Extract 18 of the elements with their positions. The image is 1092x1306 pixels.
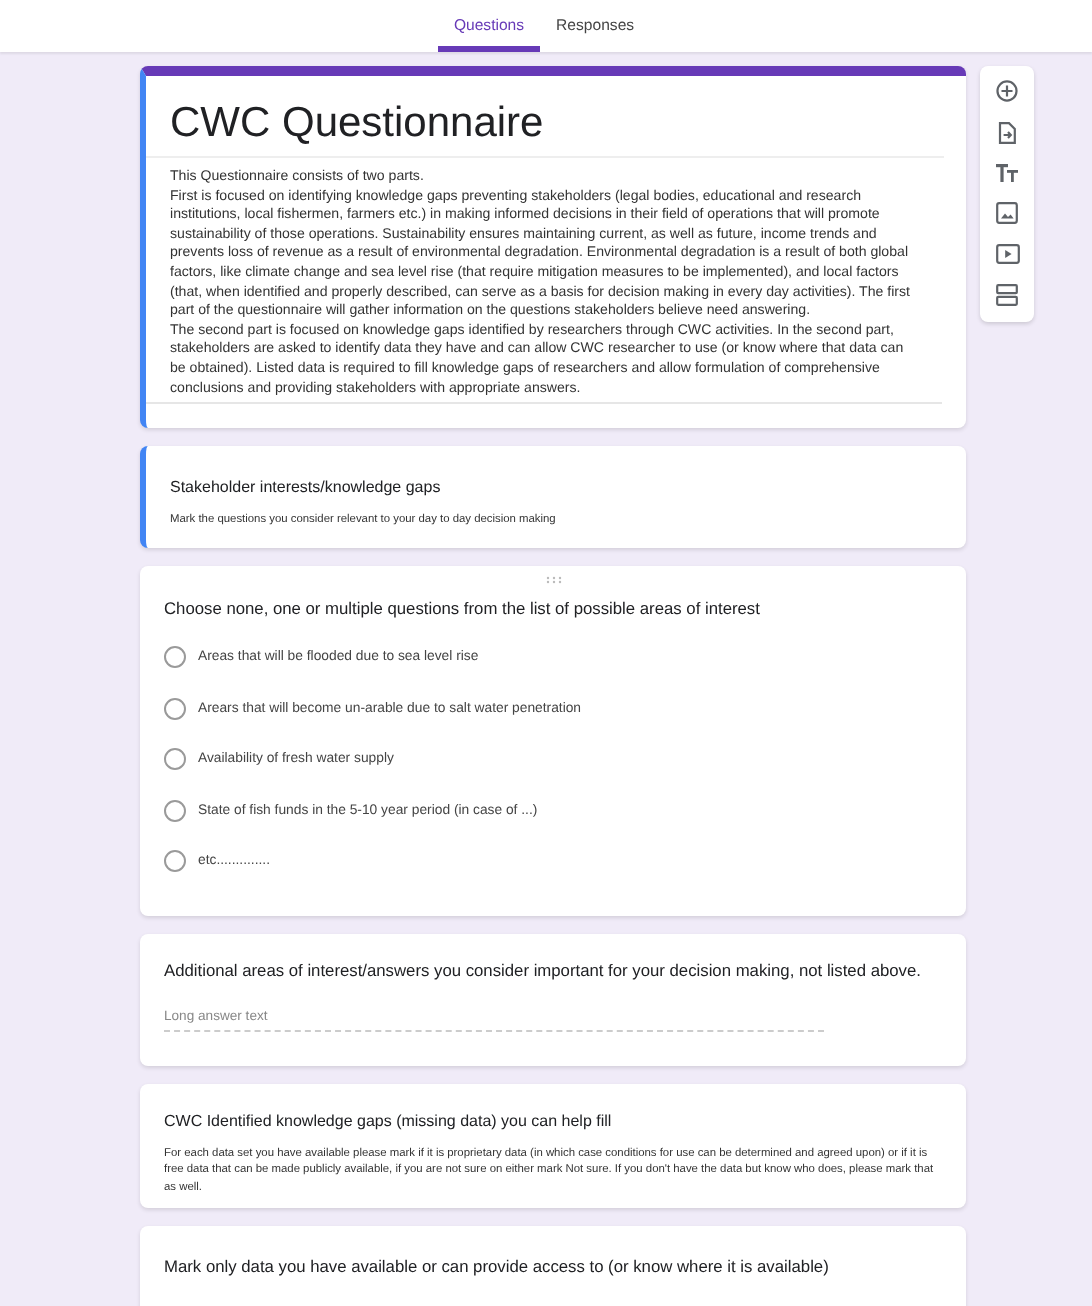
file-import-icon[interactable] [998,122,1016,144]
drag-handle-icon[interactable] [545,575,561,584]
radio-button[interactable] [164,645,186,668]
video-icon[interactable] [995,244,1019,264]
radio-button[interactable] [164,799,186,822]
add-icon[interactable] [996,80,1018,102]
radio-button[interactable] [164,850,186,873]
section-title: CWC Identified knowledge gaps (missing data) you can help fill [164,1111,614,1130]
radio-button[interactable] [164,697,186,720]
question-text: Mark only data you have available or can provide access to (or know where it is available) [164,1254,831,1281]
form-title: CWC Questionnaire [146,76,944,158]
image-icon[interactable] [996,202,1018,224]
section-title: Stakeholder interests/knowledge gaps [170,478,443,497]
question-text: Choose none, one or multiple questions from the list of possible areas of interest [164,595,762,622]
question-text: Additional areas of interest/answers you consider important for your decision making, not listed above. [164,957,923,984]
title-icon[interactable] [996,164,1018,182]
radio-button[interactable] [164,748,186,771]
section-icon[interactable] [996,284,1018,306]
